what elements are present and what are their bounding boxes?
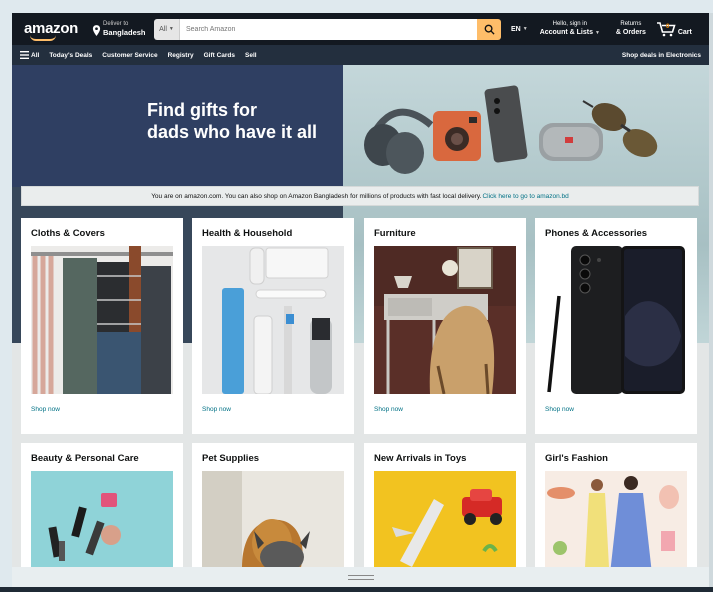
panel-resize-handle[interactable] [12, 567, 709, 587]
taskbar-strip [0, 587, 713, 592]
shop-now-link[interactable]: Shop now [31, 406, 173, 413]
card-image[interactable] [202, 246, 344, 394]
orders-label: & Orders [615, 29, 646, 36]
search-icon [484, 24, 495, 35]
nav-link-electronics-deals[interactable]: Shop deals in Electronics [622, 52, 701, 59]
hero-headline: Find gifts for dads who have it all [147, 99, 317, 143]
all-menu-button[interactable]: All [20, 51, 39, 59]
caret-down-icon: ▼ [168, 26, 174, 32]
category-card[interactable]: Beauty & Personal Care [21, 443, 183, 587]
category-card[interactable]: Girl's Fashion [535, 443, 697, 587]
category-card[interactable]: Furniture Shop now [364, 218, 526, 434]
card-title[interactable]: Health & Household [202, 228, 344, 242]
deliver-to[interactable]: Deliver to Bangladesh [92, 21, 150, 37]
cart-label: Cart [677, 29, 692, 36]
language-selector[interactable]: EN ▼ [511, 26, 528, 33]
search-button[interactable] [477, 18, 501, 40]
shop-now-link[interactable]: Shop now [374, 406, 516, 413]
search-category-select[interactable]: All ▼ [154, 18, 180, 40]
account-menu[interactable]: Hello, sign in Account & Lists ▼ [540, 21, 600, 38]
hero-line-2: dads who have it all [147, 122, 318, 142]
cart-icon: 0 [656, 22, 676, 37]
all-menu-label: All [31, 51, 40, 59]
category-card[interactable]: Phones & Accessories Shop now [535, 218, 697, 434]
category-card[interactable]: Pet Supplies [192, 443, 354, 587]
caret-down-icon: ▼ [522, 26, 528, 32]
nav-link-todays-deals[interactable]: Today's Deals [49, 52, 92, 59]
card-image[interactable] [374, 246, 516, 394]
nav-link-gift-cards[interactable]: Gift Cards [204, 52, 235, 59]
browser-viewport: amazon Deliver to Bangladesh All ▼ EN ▼ [12, 13, 709, 587]
search-bar: All ▼ [154, 18, 501, 40]
grip-icon [347, 574, 374, 580]
hero-line-1: Find gifts for [147, 100, 257, 120]
returns-label: Returns [620, 21, 642, 27]
card-title[interactable]: New Arrivals in Toys [374, 453, 516, 467]
hamburger-icon [20, 51, 29, 59]
account-lists-label: Account & Lists ▼ [539, 28, 600, 36]
logo-smile-icon [30, 35, 56, 41]
search-category-label: All [159, 25, 167, 33]
search-input[interactable] [180, 18, 477, 40]
amazon-logo[interactable]: amazon [20, 17, 80, 41]
location-pin-icon [92, 25, 101, 36]
caret-down-icon: ▼ [594, 29, 600, 36]
notice-link[interactable]: Click here to go to amazon.bd [482, 193, 568, 200]
card-image[interactable] [31, 246, 173, 394]
category-card[interactable]: Cloths & Covers Shop now [21, 218, 183, 434]
returns-orders[interactable]: Returns & Orders [616, 21, 646, 37]
card-title[interactable]: Girl's Fashion [545, 453, 687, 467]
nav-link-customer-service[interactable]: Customer Service [102, 52, 157, 59]
deliver-location: Bangladesh [103, 28, 146, 37]
account-greeting: Hello, sign in [552, 20, 587, 27]
category-card[interactable]: Health & Household Shop now [192, 218, 354, 434]
shop-now-link[interactable]: Shop now [202, 406, 344, 413]
card-title[interactable]: Beauty & Personal Care [31, 453, 173, 467]
secondary-nav: All Today's Deals Customer Service Regis… [12, 45, 709, 65]
nav-link-registry[interactable]: Registry [168, 52, 194, 59]
window-edge [709, 13, 713, 587]
card-title[interactable]: Phones & Accessories [545, 228, 687, 242]
notice-text: You are on amazon.com. You can also shop… [151, 192, 482, 200]
card-title[interactable]: Cloths & Covers [31, 228, 173, 242]
cart-button[interactable]: 0 Cart [656, 21, 692, 37]
category-card[interactable]: New Arrivals in Toys [364, 443, 526, 587]
locale-notice: You are on amazon.com. You can also shop… [21, 186, 699, 206]
language-label: EN [511, 25, 521, 33]
card-image[interactable] [545, 246, 687, 394]
card-title[interactable]: Pet Supplies [202, 453, 344, 467]
deliver-label: Deliver to [103, 21, 129, 27]
nav-link-sell[interactable]: Sell [245, 52, 257, 59]
card-title[interactable]: Furniture [374, 228, 516, 242]
top-nav: amazon Deliver to Bangladesh All ▼ EN ▼ [12, 13, 709, 45]
shop-now-link[interactable]: Shop now [545, 406, 687, 413]
